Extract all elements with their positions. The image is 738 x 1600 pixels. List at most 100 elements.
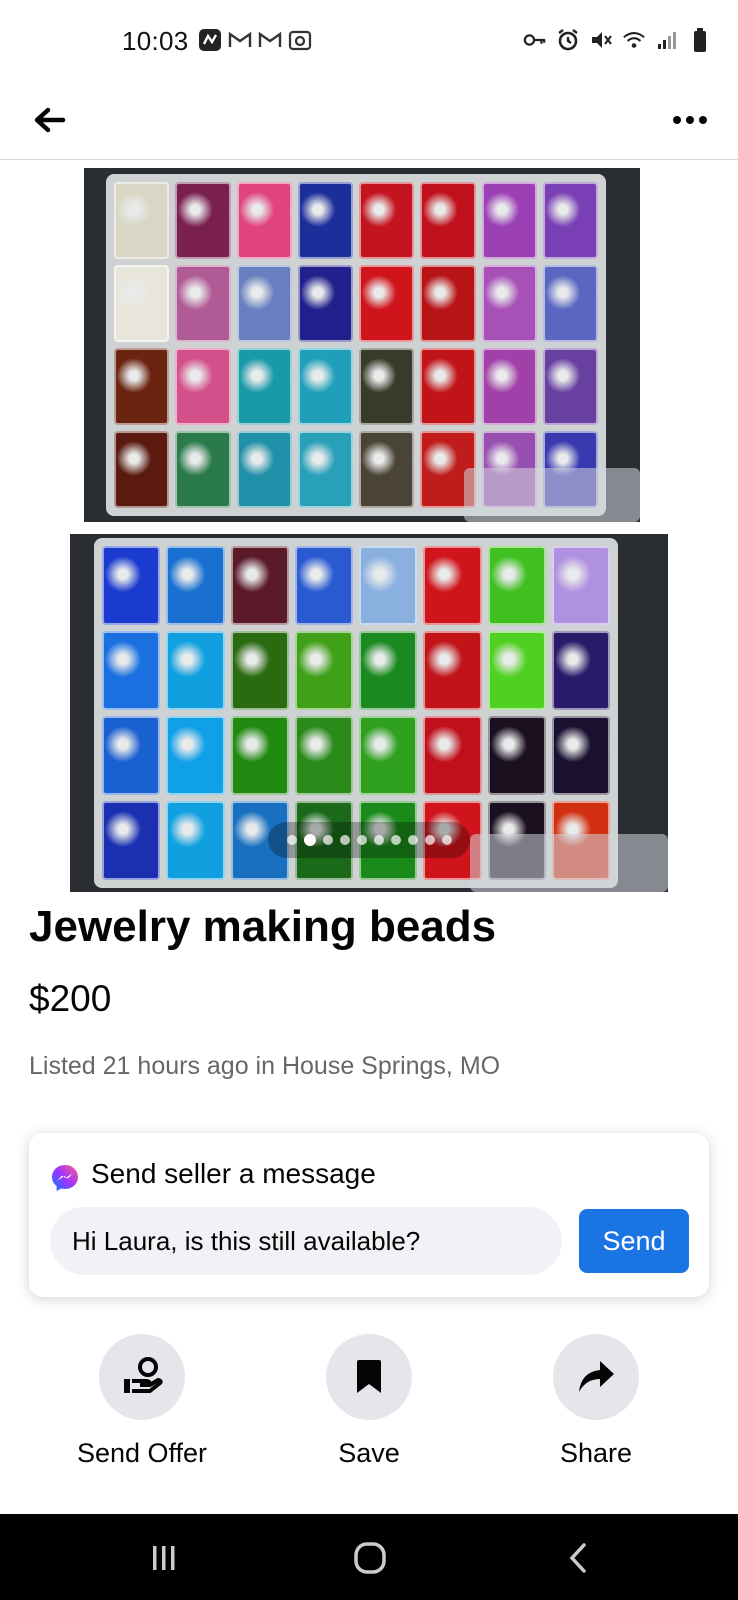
page-dot <box>286 835 297 845</box>
page-dot <box>424 835 435 845</box>
save-button[interactable]: Save <box>269 1334 469 1469</box>
page-dot <box>441 835 452 845</box>
share-label: Share <box>559 1438 633 1468</box>
bead-compartment <box>166 716 225 795</box>
bead-compartment <box>114 431 170 508</box>
bead-compartment <box>166 631 225 710</box>
gmail-icon <box>258 28 282 52</box>
alarm-icon <box>556 28 580 52</box>
messenger-icon <box>52 1165 78 1191</box>
page-dot <box>339 835 350 845</box>
bead-compartment <box>102 716 161 795</box>
bead-compartment <box>114 182 170 259</box>
bead-compartment <box>297 265 353 342</box>
bead-compartment <box>230 716 289 795</box>
notification-icons <box>198 28 312 52</box>
message-card-heading: Send seller a message <box>91 1158 376 1189</box>
bead-compartment <box>175 265 231 342</box>
bead-compartment <box>236 431 292 508</box>
bead-compartment <box>230 546 289 625</box>
bead-compartment <box>166 546 225 625</box>
more-options-button[interactable] <box>664 96 716 144</box>
bead-compartment <box>236 182 292 259</box>
arrow-left-icon <box>34 107 66 133</box>
bead-compartment <box>359 431 415 508</box>
send-button[interactable]: Send <box>579 1209 689 1273</box>
bookmark-icon <box>357 1360 381 1393</box>
bead-compartment <box>102 631 161 710</box>
listing-photo-carousel[interactable] <box>0 160 738 896</box>
status-time: 10:03 <box>122 26 189 56</box>
bead-compartment <box>236 265 292 342</box>
bead-compartment <box>420 182 476 259</box>
recent-apps-button[interactable] <box>134 1536 194 1580</box>
listing-actions: Send Offer Save Share <box>0 1334 738 1484</box>
send-offer-label: Send Offer <box>76 1438 208 1468</box>
page-dot <box>356 835 367 845</box>
home-button[interactable] <box>340 1536 400 1580</box>
bead-compartment <box>359 716 418 795</box>
bead-compartment <box>294 631 353 710</box>
bead-compartment <box>297 348 353 425</box>
bead-compartment <box>551 716 610 795</box>
page-dot <box>390 835 401 845</box>
recent-apps-icon <box>153 1546 175 1570</box>
back-chevron-icon <box>569 1543 586 1573</box>
page-dot <box>407 835 418 845</box>
wifi-icon <box>622 28 646 52</box>
bead-compartment <box>542 265 598 342</box>
bead-compartment <box>423 546 482 625</box>
share-arrow-icon <box>579 1361 614 1392</box>
bead-compartment <box>166 801 225 880</box>
bead-compartment <box>542 348 598 425</box>
bead-compartment <box>359 546 418 625</box>
top-nav <box>0 80 738 160</box>
send-offer-button[interactable]: Send Offer <box>42 1334 242 1469</box>
bead-compartment <box>175 182 231 259</box>
more-horizontal-icon <box>673 116 681 124</box>
bead-compartment <box>359 182 415 259</box>
share-button[interactable]: Share <box>496 1334 696 1469</box>
signal-icon <box>655 28 679 52</box>
bead-compartment <box>297 182 353 259</box>
android-nav-bar <box>0 1514 738 1600</box>
bead-compartment <box>481 348 537 425</box>
app-notification-icon <box>198 28 222 52</box>
back-button[interactable] <box>26 96 74 144</box>
home-icon <box>354 1542 386 1574</box>
bead-compartment <box>487 546 546 625</box>
bead-compartment <box>423 631 482 710</box>
save-label: Save <box>338 1438 400 1468</box>
battery-icon <box>688 28 712 52</box>
bead-compartment <box>114 265 170 342</box>
offer-hand-icon <box>124 1357 163 1393</box>
bead-compartment <box>294 716 353 795</box>
message-input[interactable] <box>50 1207 562 1275</box>
bead-compartment <box>487 716 546 795</box>
bead-compartment <box>420 348 476 425</box>
page-dot <box>322 835 333 845</box>
bead-compartment <box>542 182 598 259</box>
bead-compartment <box>423 716 482 795</box>
camera-app-icon <box>288 28 312 52</box>
system-status-icons <box>523 28 712 52</box>
bead-compartment <box>102 546 161 625</box>
bead-compartment <box>420 265 476 342</box>
system-back-button[interactable] <box>548 1536 608 1580</box>
bead-compartment <box>102 801 161 880</box>
mute-icon <box>589 28 613 52</box>
bead-compartment <box>297 431 353 508</box>
bead-compartment <box>551 631 610 710</box>
bead-compartment <box>487 631 546 710</box>
bead-compartment <box>114 348 170 425</box>
listing-meta: Listed 21 hours ago in House Springs, MO <box>29 1052 501 1080</box>
gmail-icon <box>228 28 252 52</box>
bead-compartment <box>230 631 289 710</box>
send-message-card: Send seller a message Send <box>29 1133 709 1297</box>
bead-tray-image <box>106 174 606 516</box>
bead-compartment <box>359 265 415 342</box>
listing-title: Jewelry making beads <box>29 902 497 951</box>
bead-compartment <box>551 546 610 625</box>
bead-compartment <box>175 431 231 508</box>
page-dot <box>373 835 384 845</box>
